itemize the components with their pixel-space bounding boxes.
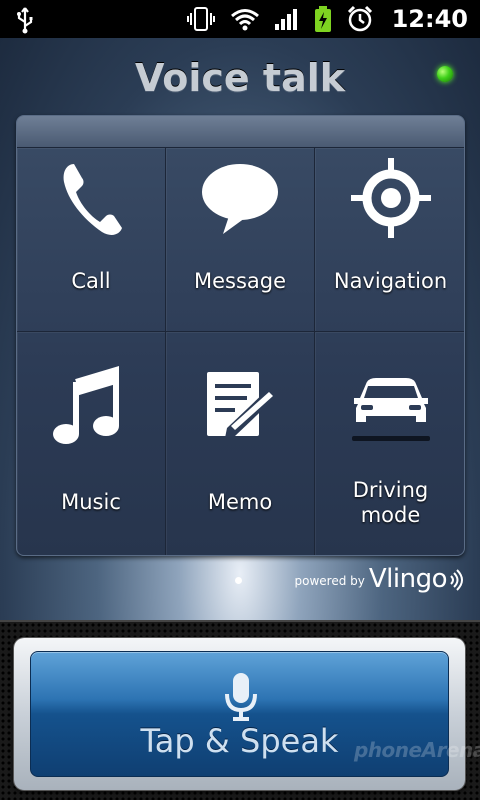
page-indicator-dot (235, 577, 242, 584)
signal-icon (274, 9, 297, 30)
voice-talk-panel: Voice talk Call Message Navigation Music… (0, 38, 480, 620)
crosshair-icon (350, 158, 431, 238)
grid-header (17, 116, 464, 148)
phone-icon (63, 164, 122, 235)
tile-memo[interactable]: Memo (166, 332, 315, 555)
usb-icon (17, 7, 33, 34)
car-icon (351, 378, 430, 441)
microphone-icon (225, 673, 257, 721)
powered-by-vlingo: powered by Vlingo (295, 564, 464, 594)
tile-music[interactable]: Music (17, 332, 166, 555)
status-led (437, 66, 453, 82)
tile-label: Memo (207, 490, 273, 514)
tile-label: Message (193, 269, 287, 293)
powered-by-label: powered by (294, 574, 365, 588)
alarm-icon (347, 5, 372, 32)
watermark: phoneArena (354, 738, 480, 762)
speech-bubble-icon (202, 164, 278, 234)
clock: 12:40 (391, 5, 468, 33)
tile-call[interactable]: Call (17, 148, 166, 332)
battery-charging-icon (314, 6, 331, 32)
memo-pencil-icon (207, 372, 277, 438)
tile-label: Driving mode (315, 478, 464, 528)
speaker-grille: Tap & Speak (0, 620, 480, 800)
tile-label: Music (61, 490, 121, 514)
tile-driving-mode[interactable]: Driving mode (315, 332, 464, 555)
speak-button-frame: Tap & Speak (14, 638, 465, 790)
tile-navigation[interactable]: Navigation (315, 148, 464, 332)
vibrate-icon (186, 7, 215, 31)
tile-label-text: Driving mode (352, 478, 429, 527)
wifi-icon (230, 9, 259, 31)
tile-label: Call (71, 269, 111, 293)
tile-label: Navigation (333, 269, 448, 293)
status-bar: 12:40 (0, 0, 480, 38)
signal-waves-icon (450, 569, 463, 591)
music-note-icon (53, 365, 119, 444)
page-title: Voice talk (134, 56, 346, 100)
vlingo-logo: Vlingo (368, 564, 448, 594)
command-grid: Call Message Navigation Music Memo Drivi… (16, 115, 465, 556)
watermark-text: phoneArena (354, 738, 480, 762)
tile-message[interactable]: Message (166, 148, 315, 332)
